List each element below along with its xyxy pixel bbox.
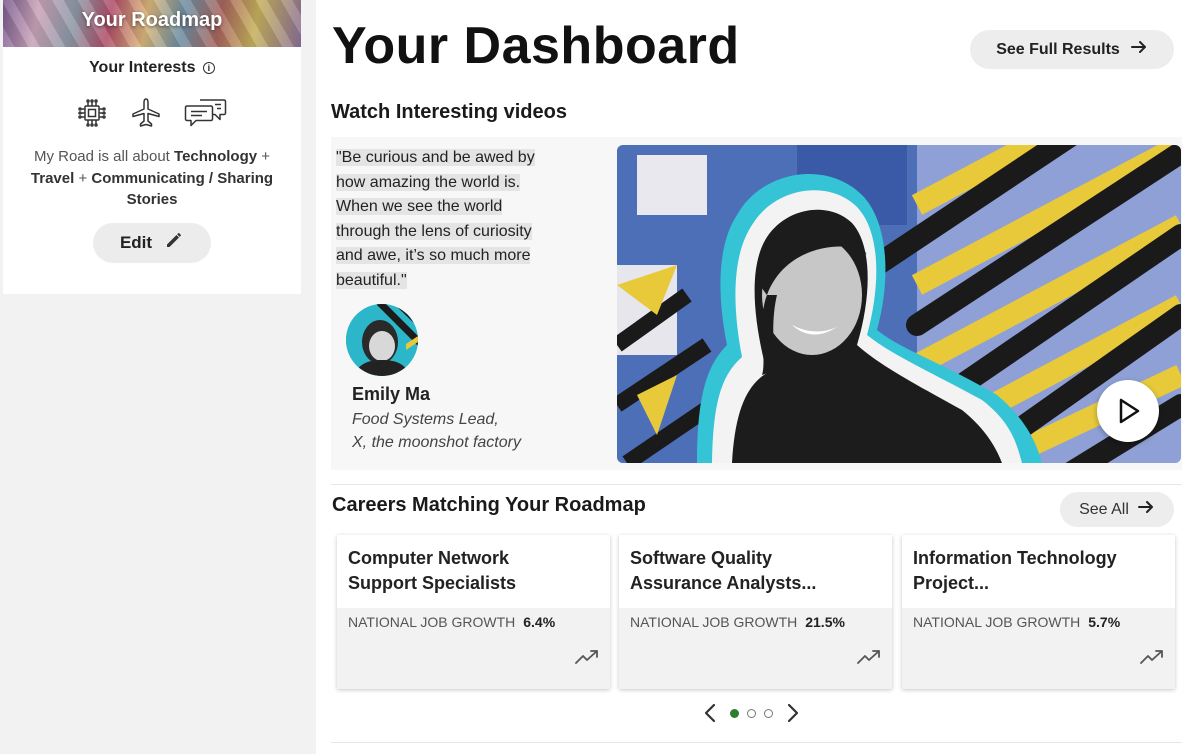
interests-label: Your Interests — [89, 59, 196, 76]
chevron-left-icon — [704, 703, 716, 723]
career-title-line: Software Quality — [630, 548, 773, 568]
career-growth: NATIONAL JOB GROWTH 5.7% — [902, 608, 1175, 689]
arrow-right-icon — [1137, 498, 1155, 521]
see-full-results-label: See Full Results — [996, 40, 1120, 58]
careers-heading: Careers Matching Your Roadmap — [332, 494, 646, 516]
speaker-avatar — [346, 304, 418, 376]
career-title: Computer Network Support Specialists — [337, 535, 610, 608]
road-interest-travel: Travel — [30, 169, 75, 187]
speaker-role-line: X, the moonshot factory — [352, 434, 521, 451]
career-growth: NATIONAL JOB GROWTH 6.4% — [337, 608, 610, 689]
roadmap-banner: Your Roadmap — [3, 0, 301, 47]
video-quote: "Be curious and be awed by how amazing t… — [336, 146, 576, 293]
carousel-next-button[interactable] — [781, 701, 805, 725]
career-title-line: Support Specialists — [348, 573, 517, 593]
chat-bubbles-icon — [184, 97, 228, 129]
page-title: Your Dashboard — [332, 17, 740, 75]
speaker-role: Food Systems Lead, X, the moonshot facto… — [352, 408, 521, 454]
section-divider — [331, 742, 1182, 743]
roadmap-sidebar: Your Roadmap Your Interests i My Road is… — [3, 0, 301, 294]
trending-up-icon — [857, 650, 880, 664]
career-title-line: Assurance Analysts... — [630, 573, 817, 593]
growth-value: 5.7% — [1088, 614, 1121, 630]
videos-heading: Watch Interesting videos — [331, 101, 567, 123]
see-all-label: See All — [1079, 500, 1129, 518]
road-interest-communicating: Communicating / Sharing Stories — [91, 169, 274, 209]
quote-line: how amazing the world is. — [336, 173, 521, 191]
growth-label: NATIONAL JOB GROWTH — [348, 614, 516, 630]
chip-icon — [76, 97, 108, 129]
growth-value: 21.5% — [805, 614, 845, 630]
info-icon[interactable]: i — [202, 62, 215, 74]
interest-icons — [3, 97, 301, 129]
edit-roadmap-button[interactable]: Edit — [93, 222, 211, 263]
career-card[interactable]: Software Quality Assurance Analysts... N… — [619, 535, 892, 689]
edit-label: Edit — [119, 232, 153, 252]
roadmap-title: Your Roadmap — [81, 9, 223, 31]
career-title-line: Computer Network — [348, 548, 510, 568]
growth-label: NATIONAL JOB GROWTH — [630, 614, 798, 630]
career-growth: NATIONAL JOB GROWTH 21.5% — [619, 608, 892, 689]
interests-heading: Your Interests i — [3, 59, 301, 77]
chevron-right-icon — [787, 703, 799, 723]
speaker-name: Emily Ma — [352, 384, 431, 404]
play-button[interactable] — [1097, 380, 1159, 442]
road-plus: + — [74, 169, 92, 187]
trending-up-icon — [575, 650, 598, 664]
carousel-dot[interactable] — [747, 708, 756, 718]
see-all-careers-button[interactable]: See All — [1060, 492, 1174, 527]
road-plus: + — [257, 148, 271, 165]
career-title-line: Project... — [913, 573, 990, 593]
section-divider — [331, 484, 1182, 485]
careers-carousel-nav — [698, 701, 805, 725]
play-icon — [1119, 398, 1140, 424]
career-title: Information Technology Project... — [902, 535, 1175, 608]
video-panel: "Be curious and be awed by how amazing t… — [331, 137, 1182, 470]
dashboard-main: Your Dashboard See Full Results Watch In… — [316, 0, 1196, 754]
career-title: Software Quality Assurance Analysts... — [619, 535, 892, 608]
quote-line: When we see the world — [336, 198, 503, 215]
career-card[interactable]: Information Technology Project... NATION… — [902, 535, 1175, 689]
road-description: My Road is all about Technology + Travel… — [17, 146, 287, 211]
career-title-line: Information Technology — [913, 548, 1117, 568]
video-thumbnail[interactable] — [617, 145, 1181, 463]
airplane-icon — [130, 97, 162, 129]
career-card[interactable]: Computer Network Support Specialists NAT… — [337, 535, 610, 689]
trending-up-icon — [1140, 650, 1163, 664]
see-full-results-button[interactable]: See Full Results — [970, 30, 1174, 69]
carousel-dot[interactable] — [764, 708, 773, 718]
pencil-icon — [164, 230, 184, 255]
growth-value: 6.4% — [523, 614, 556, 630]
quote-line: through the lens of curiosity — [336, 222, 532, 240]
road-interest-technology: Technology — [174, 148, 258, 165]
arrow-right-icon — [1130, 38, 1148, 61]
growth-label: NATIONAL JOB GROWTH — [913, 614, 1081, 630]
speaker-role-line: Food Systems Lead, — [352, 411, 499, 428]
quote-line: and awe, it’s so much more — [336, 247, 531, 264]
carousel-dot[interactable] — [730, 708, 739, 718]
carousel-prev-button[interactable] — [698, 701, 722, 725]
quote-line: beautiful." — [336, 271, 407, 289]
quote-line: "Be curious and be awed by — [336, 149, 535, 166]
road-prefix: My Road is all about — [33, 148, 175, 165]
